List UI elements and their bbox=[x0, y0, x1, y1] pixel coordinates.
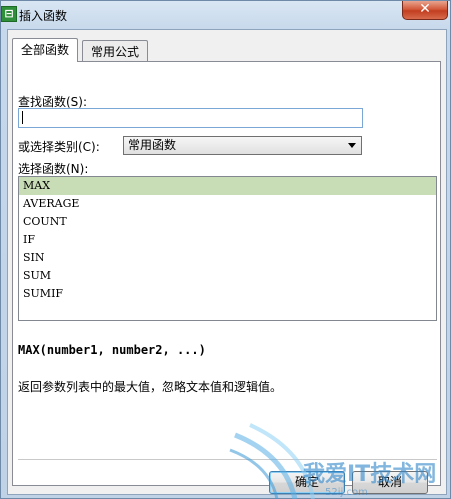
close-button[interactable]: ✕ bbox=[402, 1, 448, 20]
function-description: 返回参数列表中的最大值，忽略文本值和逻辑值。 bbox=[18, 380, 283, 394]
list-item-average[interactable]: AVERAGE bbox=[19, 195, 436, 213]
window-title: 插入函数 bbox=[19, 9, 68, 23]
text-cursor bbox=[22, 111, 23, 124]
chevron-down-icon[interactable] bbox=[348, 143, 356, 148]
ok-button[interactable]: 确定 bbox=[269, 471, 345, 494]
list-item-max[interactable]: MAX bbox=[19, 177, 436, 195]
app-logo-icon: ⊟ bbox=[1, 6, 17, 22]
dialog-body: 全部函数 常用公式 查找函数(S): 或选择类别(C): 常用函数 选择函数(N… bbox=[7, 29, 447, 495]
tab-all-functions[interactable]: 全部函数 bbox=[12, 38, 79, 62]
list-item-sumif[interactable]: SUMIF bbox=[19, 285, 436, 303]
category-label: 或选择类别(C): bbox=[18, 140, 100, 154]
list-item-count[interactable]: COUNT bbox=[19, 213, 436, 231]
function-list[interactable]: MAX AVERAGE COUNT IF SIN SUM SUMIF bbox=[18, 176, 437, 321]
insert-function-dialog: ⊟ 插入函数 ✕ 全部函数 常用公式 查找函数(S): 或选择类别(C): 常用… bbox=[0, 0, 451, 499]
function-signature: MAX(number1, number2, ...) bbox=[18, 343, 206, 357]
cancel-button[interactable]: 取消 bbox=[352, 471, 428, 494]
list-item-sum[interactable]: SUM bbox=[19, 267, 436, 285]
divider bbox=[18, 459, 437, 460]
category-select[interactable]: 常用函数 bbox=[123, 136, 362, 155]
search-input[interactable] bbox=[18, 108, 363, 128]
tab-pane: 查找函数(S): 或选择类别(C): 常用函数 选择函数(N): MAX AVE… bbox=[12, 61, 441, 494]
function-list-label: 选择函数(N): bbox=[18, 162, 89, 176]
list-item-sin[interactable]: SIN bbox=[19, 249, 436, 267]
category-selected-value: 常用函数 bbox=[128, 138, 177, 152]
list-item-if[interactable]: IF bbox=[19, 231, 436, 249]
tab-common-formulas[interactable]: 常用公式 bbox=[82, 40, 149, 61]
